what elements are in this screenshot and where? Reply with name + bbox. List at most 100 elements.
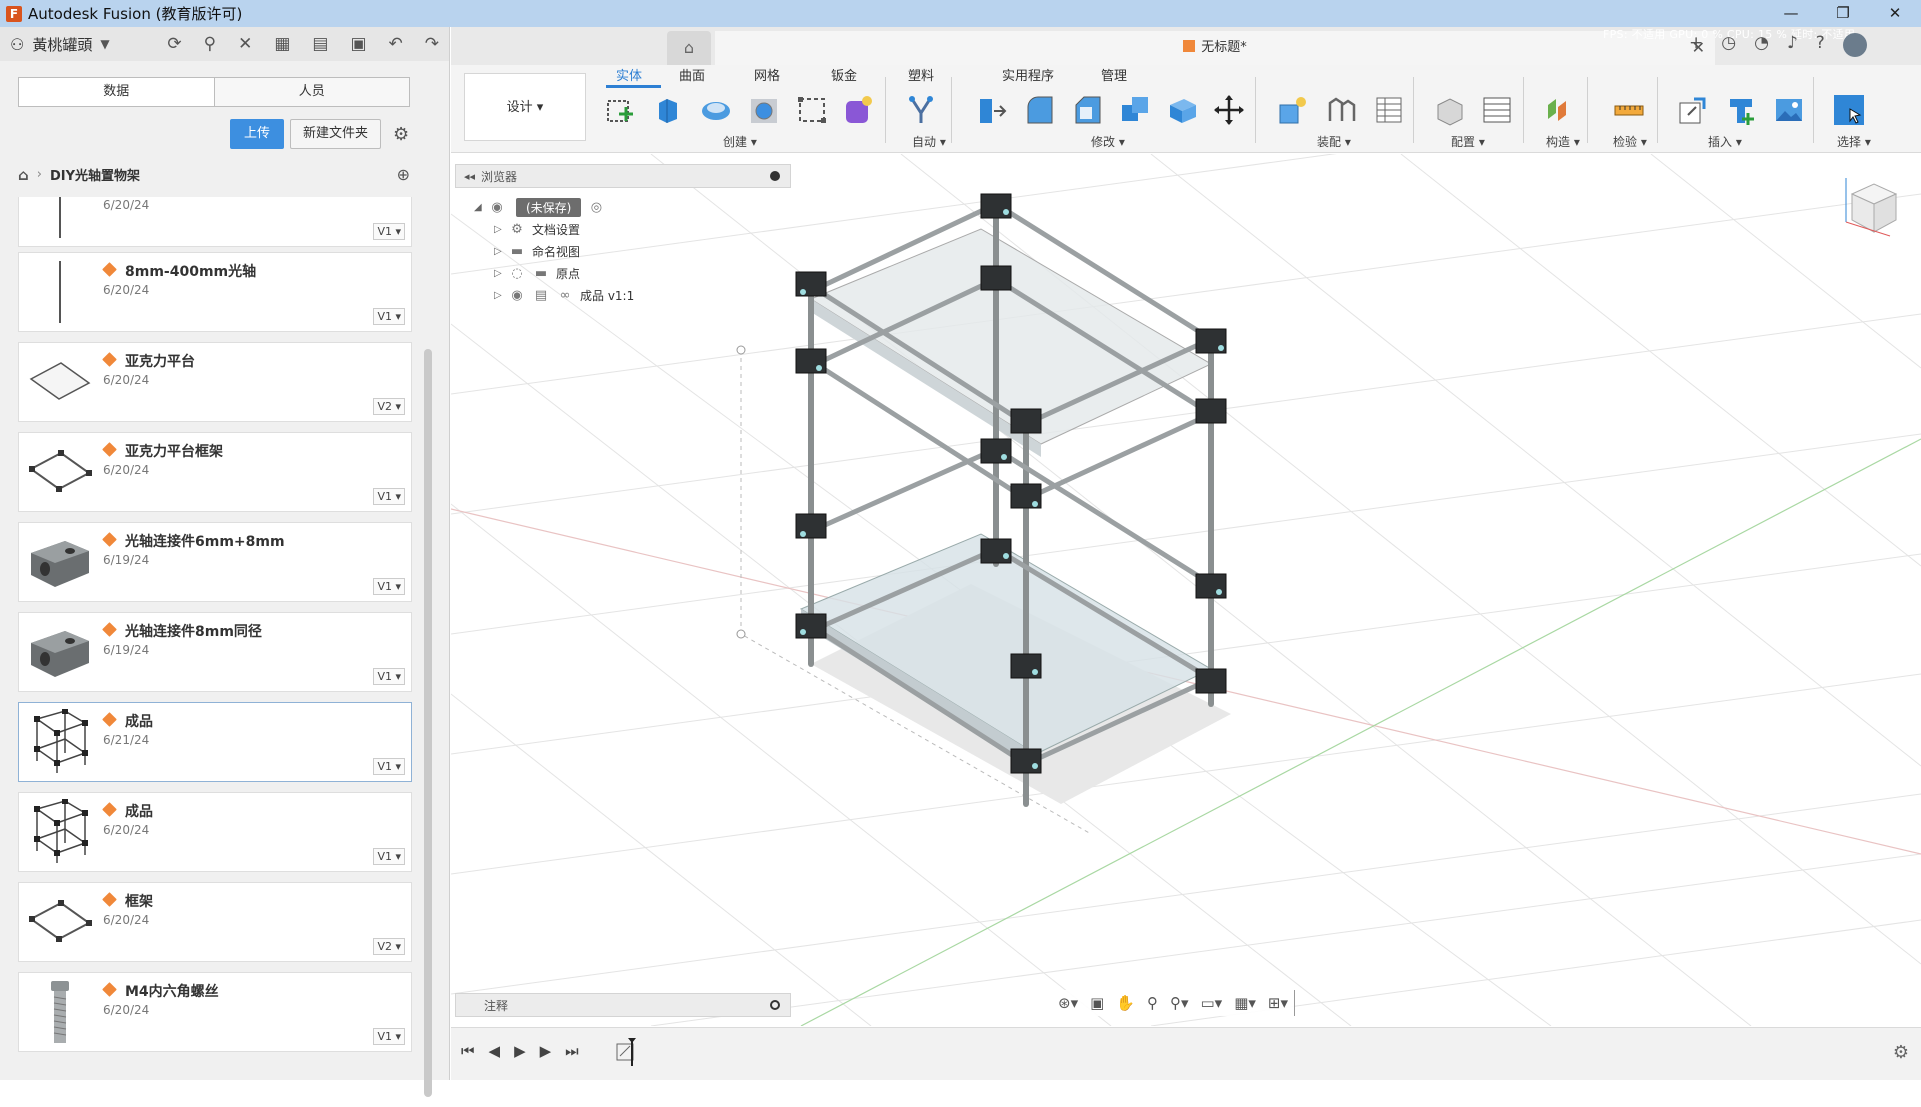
tab-utilities[interactable]: 实用程序 xyxy=(1002,65,1054,84)
bill-of-materials-icon[interactable] xyxy=(1371,93,1407,127)
file-list-item[interactable]: 光轴连接件6mm+8mm 6/19/24 V1 ▾ xyxy=(18,522,412,602)
configuration-table-icon[interactable] xyxy=(1479,93,1515,127)
file-name[interactable]: 成品 xyxy=(125,711,153,731)
document-tab[interactable]: 无标题* ✕ xyxy=(715,31,1715,65)
tab-surface[interactable]: 曲面 xyxy=(679,65,705,84)
tab-plastic[interactable]: 塑料 xyxy=(908,65,934,84)
new-component-icon[interactable] xyxy=(1275,93,1311,127)
look-at-icon[interactable]: ▣ xyxy=(1090,994,1104,1012)
tab-solid[interactable]: 实体 xyxy=(616,65,642,84)
press-pull-icon[interactable] xyxy=(973,93,1009,127)
version-dropdown[interactable]: V1 ▾ xyxy=(373,1028,405,1045)
group-automate[interactable]: 自动 ▾ xyxy=(912,133,946,150)
tab-people[interactable]: 人员 xyxy=(215,78,410,106)
group-modify[interactable]: 修改 ▾ xyxy=(1091,133,1125,150)
minimize-button[interactable]: — xyxy=(1765,0,1817,27)
people-icon[interactable]: ⚇ xyxy=(10,35,24,54)
file-name[interactable]: 8mm-400mm光轴 xyxy=(125,261,256,281)
view-cube[interactable] xyxy=(1842,174,1902,244)
file-list-item[interactable]: M4内六角螺丝 6/20/24 V1 ▾ xyxy=(18,972,412,1052)
chevron-down-icon[interactable]: ▼ xyxy=(100,37,109,51)
eye-icon[interactable]: ◉ xyxy=(508,288,526,303)
insert-mesh-icon[interactable] xyxy=(1723,93,1759,127)
file-name[interactable]: 光轴连接件6mm+8mm xyxy=(125,531,285,551)
file-list-item[interactable]: 成品 6/20/24 V1 ▾ xyxy=(18,792,412,872)
combine-icon[interactable] xyxy=(1117,93,1153,127)
job-status-icon[interactable]: ◔ xyxy=(1754,33,1769,57)
file-list-scrollbar[interactable] xyxy=(424,349,432,1097)
tree-item-doc-settings[interactable]: ▷ ⚙ 文档设置 xyxy=(494,218,580,240)
redo-icon[interactable]: ↷ xyxy=(425,34,439,54)
tab-manage[interactable]: 管理 xyxy=(1101,65,1127,84)
create-form-icon[interactable] xyxy=(840,93,876,127)
viewports-icon[interactable]: ⊞▾ xyxy=(1268,994,1288,1012)
add-note-icon[interactable] xyxy=(770,1000,780,1010)
grid-icon[interactable]: ▦ xyxy=(274,34,290,54)
activate-radio-icon[interactable]: ◎ xyxy=(587,200,605,215)
restore-button[interactable]: ❐ xyxy=(1817,0,1869,27)
rectangular-pattern-icon[interactable] xyxy=(794,93,830,127)
file-thumbnail[interactable] xyxy=(25,799,95,865)
file-name[interactable]: 亚克力平台 xyxy=(125,351,195,371)
version-dropdown[interactable]: V2 ▾ xyxy=(373,398,405,415)
expand-arrow-icon[interactable]: ▷ xyxy=(494,246,508,257)
file-name[interactable]: M4内六角螺丝 xyxy=(125,981,219,1001)
file-thumbnail[interactable] xyxy=(25,709,95,775)
collapse-arrow-icon[interactable]: ◢ xyxy=(474,202,488,213)
file-list-item[interactable]: 光轴连接件8mm同径 6/19/24 V1 ▾ xyxy=(18,612,412,692)
measure-icon[interactable] xyxy=(1611,93,1647,127)
notes-panel-header[interactable]: 注释 xyxy=(455,993,791,1017)
upload-button[interactable]: 上传 xyxy=(230,119,285,149)
file-thumbnail[interactable] xyxy=(25,979,95,1045)
file-thumbnail[interactable] xyxy=(25,197,95,240)
version-dropdown[interactable]: V1 ▾ xyxy=(373,488,405,505)
group-configure[interactable]: 配置 ▾ xyxy=(1451,133,1485,150)
tree-root[interactable]: ◢ ◉ (未保存) ◎ xyxy=(474,196,611,218)
version-dropdown[interactable]: V1 ▾ xyxy=(373,668,405,685)
group-assemble[interactable]: 装配 ▾ xyxy=(1317,133,1351,150)
notifications-icon[interactable]: ♪ xyxy=(1787,33,1798,57)
insert-canvas-icon[interactable] xyxy=(1771,93,1807,127)
file-list-item[interactable]: 框架 6/20/24 V2 ▾ xyxy=(18,882,412,962)
save-icon[interactable]: ▣ xyxy=(350,34,366,54)
offset-plane-icon[interactable] xyxy=(1541,93,1577,127)
move-icon[interactable] xyxy=(1211,93,1247,127)
file-list-item[interactable]: 成品 6/21/24 V1 ▾ xyxy=(18,702,412,782)
play-icon[interactable]: ▶ xyxy=(514,1042,526,1060)
expand-arrow-icon[interactable]: ▷ xyxy=(494,268,508,279)
file-thumbnail[interactable] xyxy=(25,529,95,595)
version-dropdown[interactable]: V1 ▾ xyxy=(373,223,405,240)
workspace-dropdown[interactable]: 设计 ▾ xyxy=(464,73,586,141)
orbit-icon[interactable]: ⊛▾ xyxy=(1058,994,1078,1012)
version-dropdown[interactable]: V1 ▾ xyxy=(373,848,405,865)
file-name[interactable]: 光轴连接件8mm同径 xyxy=(125,621,262,641)
home-icon[interactable]: ⌂ xyxy=(18,166,29,184)
search-icon[interactable]: ⚲ xyxy=(204,34,216,54)
help-icon[interactable]: ? xyxy=(1816,33,1825,57)
breadcrumb-folder[interactable]: DIY光轴置物架 xyxy=(50,165,140,184)
file-thumbnail[interactable] xyxy=(25,619,95,685)
extrude-icon[interactable] xyxy=(650,93,686,127)
file-list-item[interactable]: 亚克力平台框架 6/20/24 V1 ▾ xyxy=(18,432,412,512)
hub-name[interactable]: 黃桃罐頭 xyxy=(32,34,92,55)
avatar[interactable] xyxy=(1842,33,1867,57)
automate-icon[interactable] xyxy=(903,93,939,127)
eye-icon[interactable]: ◉ xyxy=(488,200,506,215)
shell-icon[interactable] xyxy=(1165,93,1201,127)
version-dropdown[interactable]: V2 ▾ xyxy=(373,938,405,955)
hole-icon[interactable] xyxy=(746,93,782,127)
file-thumbnail[interactable] xyxy=(25,259,95,325)
pin-icon[interactable] xyxy=(770,171,780,181)
file-name[interactable]: 成品 xyxy=(125,801,153,821)
select-icon[interactable] xyxy=(1831,93,1867,127)
create-sketch-icon[interactable] xyxy=(603,93,639,127)
collapse-icon[interactable]: ◂◂ xyxy=(464,170,475,183)
display-settings-icon[interactable]: ▭▾ xyxy=(1201,994,1223,1012)
extensions-icon[interactable]: ◷ xyxy=(1721,33,1736,57)
joint-icon[interactable] xyxy=(1323,93,1359,127)
step-forward-icon[interactable]: ▶ xyxy=(540,1042,552,1060)
eye-hidden-icon[interactable]: ◌ xyxy=(508,266,526,281)
root-component-label[interactable]: (未保存) xyxy=(516,197,582,217)
tab-mesh[interactable]: 网格 xyxy=(754,65,780,84)
tree-item-named-views[interactable]: ▷ ▬ 命名视图 xyxy=(494,240,580,262)
